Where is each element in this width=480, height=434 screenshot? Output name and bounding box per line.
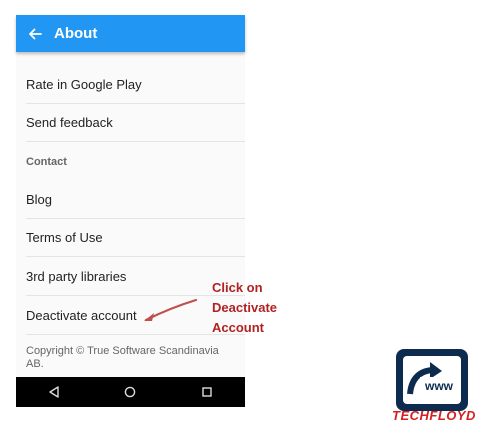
- app-bar: About: [16, 15, 245, 52]
- annotation-line-2: Deactivate: [212, 300, 278, 315]
- copyright-text: Copyright © True Software Scandinavia AB…: [26, 345, 219, 370]
- recents-square-icon: [202, 387, 212, 397]
- menu-item-blog[interactable]: Blog: [26, 181, 245, 219]
- menu-item-feedback[interactable]: Send feedback: [26, 104, 245, 142]
- menu-item-rate[interactable]: Rate in Google Play: [26, 66, 245, 104]
- phone-screen: About Rate in Google Play Send feedback …: [16, 15, 245, 407]
- page-title: About: [54, 25, 98, 42]
- annotation-line-3: Account: [212, 320, 264, 335]
- section-header-contact: Contact: [26, 156, 67, 168]
- arrow-left-icon: [29, 28, 42, 39]
- home-circle-icon: [125, 386, 136, 398]
- annotation-arrow-icon: [144, 298, 198, 322]
- back-button[interactable]: [24, 23, 46, 45]
- menu-item-terms[interactable]: Terms of Use: [26, 219, 245, 257]
- nav-recents-button[interactable]: [197, 382, 217, 402]
- logo-www-text: www: [424, 379, 454, 393]
- annotation-line-1: Click on: [212, 280, 263, 295]
- back-triangle-icon: [49, 386, 59, 398]
- logo-brand-text: TECHFLOYD: [392, 408, 476, 423]
- nav-back-button[interactable]: [44, 382, 64, 402]
- annotation-callout: Click on Deactivate Account: [212, 278, 322, 338]
- system-nav-bar: [16, 377, 245, 407]
- nav-home-button[interactable]: [120, 382, 140, 402]
